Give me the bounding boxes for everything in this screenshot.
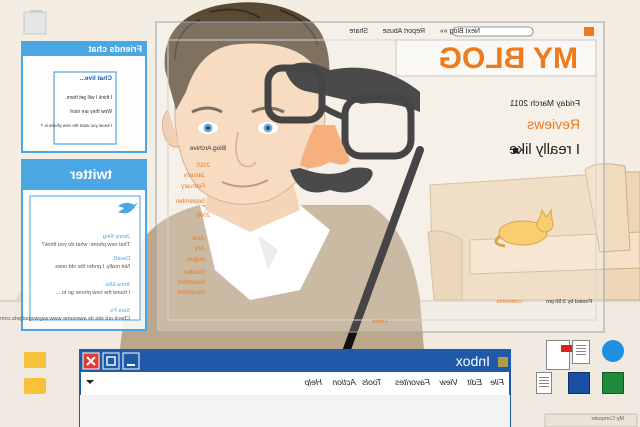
posted-by-text: Posted by 3:50 pm <box>546 299 592 305</box>
archive-link-december[interactable]: December <box>177 290 205 296</box>
share-link[interactable]: Share <box>349 28 368 35</box>
tweet-user[interactable]: Sara Ps <box>110 308 130 315</box>
blog-archive-title: Blog Archive <box>189 145 226 152</box>
folder-icon[interactable] <box>24 378 46 394</box>
comments-link[interactable]: comments <box>497 299 522 306</box>
inbox-title: Inbox <box>455 353 490 369</box>
menu-edit[interactable]: Edit <box>467 377 482 387</box>
text-file-icon[interactable] <box>536 372 552 394</box>
post-date: Friday March 2011 <box>509 98 580 108</box>
chat-message: I think I will get them. <box>65 95 112 101</box>
post-subheading: I really like <box>509 141 580 158</box>
internet-explorer-icon[interactable] <box>602 340 624 362</box>
twitter-logo: twitter <box>70 166 112 182</box>
archive-link-september[interactable]: September <box>176 199 205 205</box>
archive-link-july[interactable]: July <box>194 246 205 252</box>
mirrored-text-layer: Next Blog »» Report Abuse Share MY BLOG … <box>0 0 640 427</box>
menu-tools[interactable]: Tools <box>362 377 382 387</box>
tweet-text: That new phone: what do you think? <box>41 242 130 248</box>
archive-link-october[interactable]: October <box>184 270 205 276</box>
archive-link-february[interactable]: February <box>181 184 205 190</box>
tweet-user[interactable]: Jenny King <box>103 234 130 241</box>
word-icon[interactable] <box>568 372 590 394</box>
archive-link-2009[interactable]: 2009 <box>197 213 210 219</box>
archive-link-november[interactable]: November <box>177 280 205 286</box>
menu-help[interactable]: Help <box>305 377 322 387</box>
archive-link-2010[interactable]: 2010 <box>197 163 210 169</box>
menu-action[interactable]: Action <box>332 377 356 387</box>
archive-link-january[interactable]: January <box>184 173 205 179</box>
next-blog-link[interactable]: Next Blog »» <box>440 28 480 35</box>
chat-message: I know you want the new phone is ? <box>40 123 112 128</box>
taskbar-label: My Computer <box>590 416 624 422</box>
screen: Next Blog »» Report Abuse Share MY BLOG … <box>0 0 640 427</box>
spreadsheet-icon[interactable] <box>602 372 624 394</box>
blog-title: MY BLOG <box>438 42 578 75</box>
bullet-icon: ■ <box>512 145 519 157</box>
report-abuse-link[interactable]: Report Abuse <box>383 28 425 35</box>
menu-file[interactable]: File <box>490 377 504 387</box>
home-link[interactable]: Home <box>372 319 387 326</box>
tweet-text: Not really. I prefer the old ones <box>55 264 130 270</box>
tweet-text: I found the new phone go to ... <box>55 290 130 296</box>
friends-chat-title: Friends chat <box>88 44 142 54</box>
menu-favorites[interactable]: Favorites <box>395 377 430 387</box>
pdf-file-icon[interactable] <box>546 340 573 370</box>
tweet-user[interactable]: Anna Ellis <box>106 282 130 289</box>
document-icon[interactable] <box>572 340 590 364</box>
folder-icon[interactable] <box>24 352 46 368</box>
tweet-text: Check out site its awesome www.waywogadg… <box>0 316 130 322</box>
tweet-user[interactable]: David1 <box>113 256 130 263</box>
archive-link-june[interactable]: June <box>192 236 205 242</box>
menu-view[interactable]: View <box>440 377 458 387</box>
chat-live-title: Chat live... <box>79 75 112 82</box>
archive-link-august[interactable]: August <box>186 257 205 263</box>
chat-message: Wow they are nice! <box>69 109 112 115</box>
post-heading-reviews: Reviews <box>527 116 580 132</box>
